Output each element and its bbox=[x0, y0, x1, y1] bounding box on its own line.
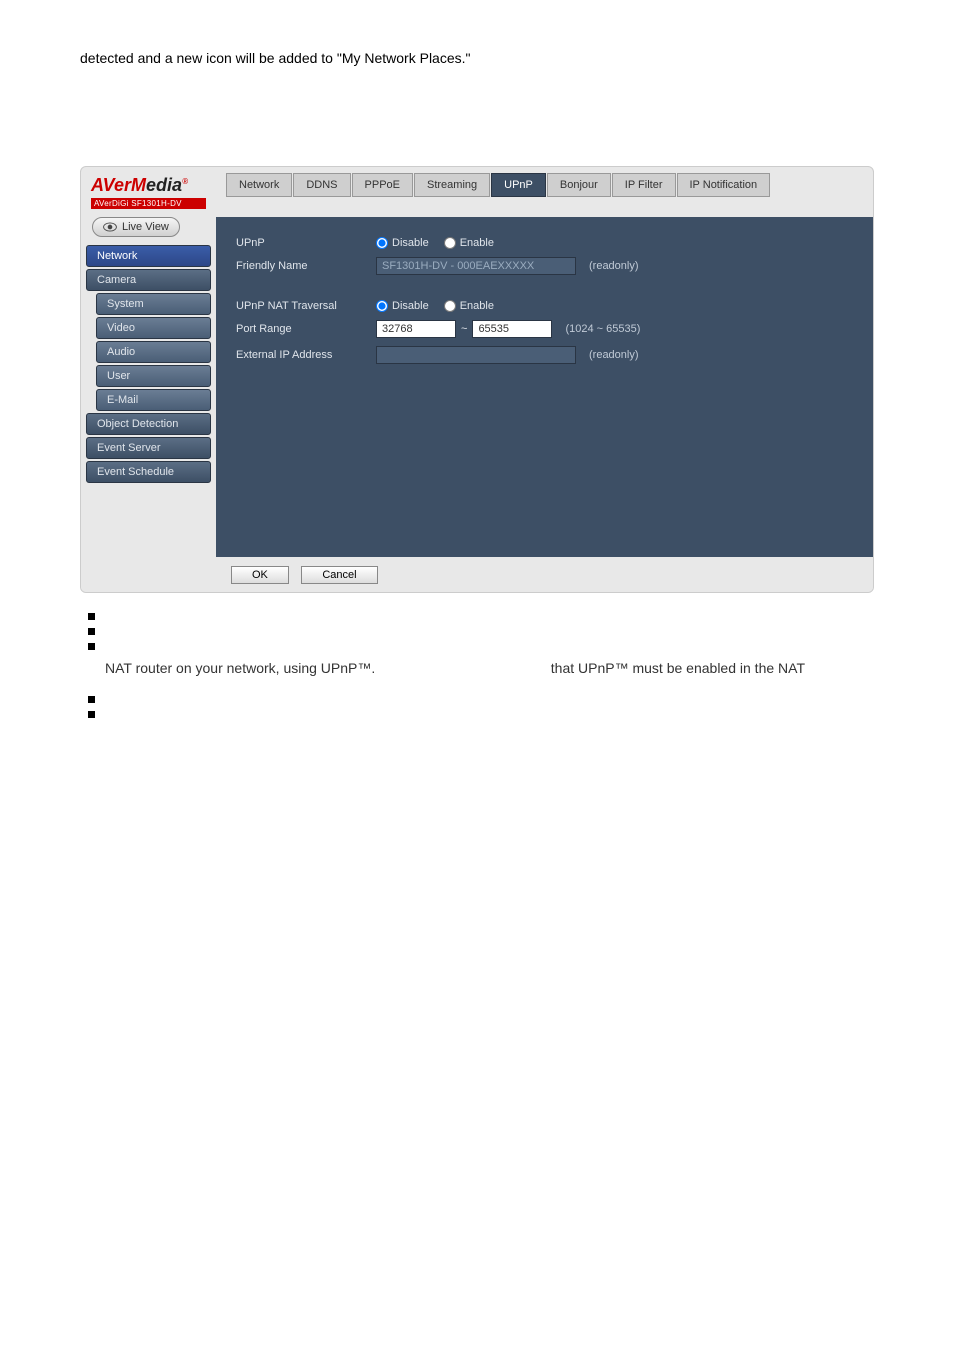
tab-ip-notification[interactable]: IP Notification bbox=[677, 173, 771, 197]
sidebar-item-event-schedule[interactable]: Event Schedule bbox=[86, 461, 211, 483]
sidebar-item-video[interactable]: Video bbox=[96, 317, 211, 339]
sidebar-item-object-detection[interactable]: Object Detection bbox=[86, 413, 211, 435]
nat-enable-option[interactable]: Enable bbox=[444, 300, 494, 312]
port-range-note: (1024 ~ 65535) bbox=[565, 323, 640, 335]
readonly-note-1: (readonly) bbox=[589, 260, 639, 272]
live-view-label: Live View bbox=[122, 221, 169, 233]
app-window: AVerMedia® AVerDiGi SF1301H-DV NetworkDD… bbox=[80, 166, 874, 593]
enable-label-2: Enable bbox=[460, 300, 494, 312]
bullet-icon bbox=[88, 628, 95, 635]
upnp-section: UPnP Disable Enable Friendly Name (reado… bbox=[236, 237, 853, 275]
footer-text-right: that UPnP™ must be enabled in the NAT bbox=[551, 660, 805, 676]
footer-text-left: NAT router on your network, using UPnP™. bbox=[105, 660, 375, 676]
nat-disable-option[interactable]: Disable bbox=[376, 300, 429, 312]
tab-upnp[interactable]: UPnP bbox=[491, 173, 546, 197]
port-high-input[interactable] bbox=[472, 320, 552, 338]
bullet-icon bbox=[88, 643, 95, 650]
cancel-button[interactable]: Cancel bbox=[301, 566, 377, 584]
sidebar-item-audio[interactable]: Audio bbox=[96, 341, 211, 363]
brand-logo: AVerMedia® bbox=[91, 175, 206, 196]
brand-subline: AVerDiGi SF1301H-DV bbox=[91, 198, 206, 209]
tab-pppoe[interactable]: PPPoE bbox=[352, 173, 413, 197]
bullet-list-2 bbox=[88, 691, 874, 718]
enable-label: Enable bbox=[460, 237, 494, 249]
upnp-label: UPnP bbox=[236, 237, 376, 249]
bottom-paragraph: NAT router on your network, using UPnP™.… bbox=[105, 660, 805, 676]
sidebar-item-system[interactable]: System bbox=[96, 293, 211, 315]
disable-label-2: Disable bbox=[392, 300, 429, 312]
nat-section: UPnP NAT Traversal Disable Enable Port R… bbox=[236, 300, 853, 364]
friendly-name-input bbox=[376, 257, 576, 275]
tab-streaming[interactable]: Streaming bbox=[414, 173, 490, 197]
content-panel: UPnP Disable Enable Friendly Name (reado… bbox=[216, 217, 873, 557]
tab-bonjour[interactable]: Bonjour bbox=[547, 173, 611, 197]
footer-actions: OK Cancel bbox=[81, 557, 873, 592]
external-ip-label: External IP Address bbox=[236, 349, 376, 361]
readonly-note-2: (readonly) bbox=[589, 349, 639, 361]
port-low-input[interactable] bbox=[376, 320, 456, 338]
bullet-icon bbox=[88, 613, 95, 620]
upnp-disable-radio[interactable] bbox=[376, 237, 388, 249]
upnp-enable-radio[interactable] bbox=[444, 237, 456, 249]
tab-bar: NetworkDDNSPPPoEStreamingUPnPBonjourIP F… bbox=[216, 167, 873, 197]
upnp-disable-option[interactable]: Disable bbox=[376, 237, 429, 249]
main-row: Live View NetworkCameraSystemVideoAudioU… bbox=[81, 217, 873, 557]
sidebar-item-event-server[interactable]: Event Server bbox=[86, 437, 211, 459]
eye-icon bbox=[103, 222, 117, 232]
intro-text: detected and a new icon will be added to… bbox=[80, 50, 874, 66]
upnp-enable-option[interactable]: Enable bbox=[444, 237, 494, 249]
friendly-name-label: Friendly Name bbox=[236, 260, 376, 272]
sidebar-item-user[interactable]: User bbox=[96, 365, 211, 387]
logo-area: AVerMedia® AVerDiGi SF1301H-DV bbox=[81, 167, 216, 217]
nat-enable-radio[interactable] bbox=[444, 300, 456, 312]
tab-network[interactable]: Network bbox=[226, 173, 292, 197]
live-view-button[interactable]: Live View bbox=[92, 217, 180, 237]
sidebar-item-network[interactable]: Network bbox=[86, 245, 211, 267]
tab-ip-filter[interactable]: IP Filter bbox=[612, 173, 676, 197]
tab-ddns[interactable]: DDNS bbox=[293, 173, 350, 197]
disable-label: Disable bbox=[392, 237, 429, 249]
nat-disable-radio[interactable] bbox=[376, 300, 388, 312]
bullet-icon bbox=[88, 711, 95, 718]
bullet-list bbox=[88, 608, 874, 650]
external-ip-input bbox=[376, 346, 576, 364]
bullet-icon bbox=[88, 696, 95, 703]
nat-label: UPnP NAT Traversal bbox=[236, 300, 376, 312]
port-range-label: Port Range bbox=[236, 323, 376, 335]
ok-button[interactable]: OK bbox=[231, 566, 289, 584]
header-row: AVerMedia® AVerDiGi SF1301H-DV NetworkDD… bbox=[81, 167, 873, 217]
sidebar-item-camera[interactable]: Camera bbox=[86, 269, 211, 291]
range-dash: ~ bbox=[461, 323, 467, 335]
sidebar: Live View NetworkCameraSystemVideoAudioU… bbox=[81, 217, 216, 557]
sidebar-item-e-mail[interactable]: E-Mail bbox=[96, 389, 211, 411]
